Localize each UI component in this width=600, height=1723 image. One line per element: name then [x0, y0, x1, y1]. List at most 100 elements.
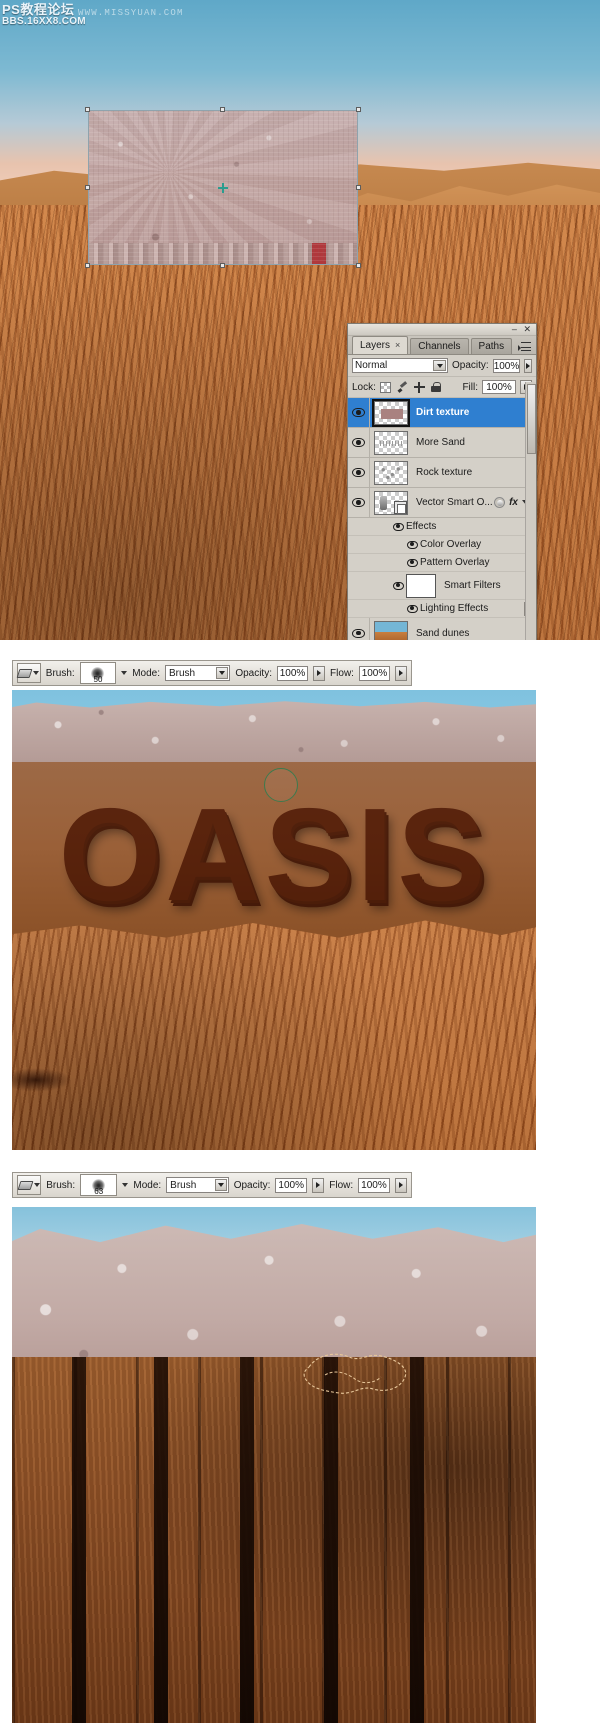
transform-handle-middle-left[interactable]: [85, 184, 90, 190]
layer-list[interactable]: Dirt texture More Sand Rock texture Vect…: [348, 398, 536, 640]
flow-scrubber-icon[interactable]: [395, 665, 407, 681]
layer-thumbnail[interactable]: [374, 430, 408, 455]
layer-thumbnail[interactable]: [374, 490, 408, 515]
layers-scrollbar[interactable]: [525, 382, 536, 640]
effect-visibility[interactable]: [404, 558, 420, 567]
opacity-scrubber-icon[interactable]: [312, 1177, 325, 1193]
layer-visibility-cell[interactable]: [348, 488, 370, 517]
eye-icon[interactable]: [352, 468, 365, 477]
layer-thumbnail[interactable]: [374, 621, 408, 640]
palette-window-buttons[interactable]: – ✕: [512, 324, 533, 335]
options-bar-eraser-1[interactable]: Brush: 50 Mode: Brush Opacity: 100% Flow…: [12, 660, 412, 686]
eye-icon[interactable]: [392, 522, 404, 531]
brush-preset-picker[interactable]: 63: [80, 1174, 118, 1196]
layer-visibility-cell[interactable]: [348, 458, 370, 487]
layer-name[interactable]: Rock texture: [412, 467, 536, 478]
transform-reference-point-icon[interactable]: [218, 182, 228, 193]
brush-picker-chevron-icon[interactable]: [122, 1183, 129, 1187]
fill-input[interactable]: 100%: [482, 380, 516, 394]
layer-row-more-sand[interactable]: More Sand: [348, 428, 536, 458]
layer-visibility-cell[interactable]: [348, 398, 370, 427]
opacity-scrubber-icon[interactable]: [524, 358, 532, 373]
lock-transparent-pixels-icon[interactable]: [379, 381, 391, 393]
opacity-scrubber-icon[interactable]: [313, 665, 326, 681]
transform-handle-top-center[interactable]: [220, 107, 225, 112]
transform-handle-bottom-left[interactable]: [85, 263, 90, 268]
effect-row-pattern-overlay[interactable]: Pattern Overlay: [348, 554, 536, 572]
minimize-icon[interactable]: –: [512, 324, 519, 334]
eye-icon[interactable]: [352, 438, 365, 447]
blend-mode-row[interactable]: Normal Opacity: 100%: [348, 355, 536, 377]
lock-all-icon[interactable]: [430, 381, 442, 393]
effect-row-color-overlay[interactable]: Color Overlay: [348, 536, 536, 554]
pasted-texture-selection[interactable]: [85, 107, 361, 268]
transform-handle-middle-right[interactable]: [356, 184, 361, 190]
lock-image-pixels-icon[interactable]: [397, 382, 408, 393]
layer-thumbnail-cell[interactable]: [370, 460, 412, 485]
scrollbar-thumb[interactable]: [527, 384, 536, 454]
eye-icon[interactable]: [406, 604, 418, 613]
close-icon[interactable]: ✕: [523, 324, 533, 334]
eye-icon[interactable]: [406, 558, 418, 567]
chevron-down-icon[interactable]: [214, 1179, 227, 1191]
layer-thumbnail[interactable]: [372, 398, 410, 427]
layers-palette[interactable]: – ✕ Layers × Channels Paths Normal Opaci…: [347, 323, 537, 640]
opacity-input[interactable]: 100%: [277, 665, 309, 681]
layer-row-sand-dunes[interactable]: Sand dunes: [348, 618, 536, 640]
lock-icon-group[interactable]: [379, 381, 442, 393]
brush-picker-chevron-icon[interactable]: [121, 671, 128, 675]
flow-scrubber-icon[interactable]: [394, 1177, 407, 1193]
smart-filters-row[interactable]: Smart Filters: [348, 572, 536, 600]
layer-thumbnail-cell[interactable]: [370, 430, 412, 455]
effect-visibility[interactable]: [404, 540, 420, 549]
lock-row[interactable]: Lock: Fill: 100%: [348, 377, 536, 398]
flow-input[interactable]: 100%: [358, 665, 391, 681]
layer-row-rock-texture[interactable]: Rock texture: [348, 458, 536, 488]
tab-paths[interactable]: Paths: [470, 338, 513, 354]
layer-row-vector-smart-object[interactable]: Vector Smart O... fx: [348, 488, 536, 518]
eraser-tool-button[interactable]: [17, 1175, 42, 1195]
transform-handle-bottom-center[interactable]: [220, 263, 225, 268]
layer-name[interactable]: Dirt texture: [412, 407, 536, 418]
tab-layers[interactable]: Layers ×: [352, 336, 409, 354]
layer-name[interactable]: More Sand: [412, 437, 536, 448]
layer-thumbnail-cell[interactable]: [370, 490, 412, 515]
eraser-tool-button[interactable]: [16, 663, 41, 683]
smart-filter-row-lighting-effects[interactable]: Lighting Effects: [348, 600, 536, 618]
layer-thumbnail-cell[interactable]: [370, 621, 412, 640]
palette-tabs[interactable]: Layers × Channels Paths: [348, 336, 536, 355]
chevron-down-icon[interactable]: [33, 1183, 40, 1187]
layer-visibility-cell[interactable]: [348, 428, 370, 457]
effects-group-row[interactable]: Effects: [348, 518, 536, 536]
transform-handle-top-right[interactable]: [356, 107, 361, 112]
eye-icon[interactable]: [352, 498, 365, 507]
mode-select[interactable]: Brush: [166, 1177, 229, 1193]
palette-menu-icon[interactable]: [518, 342, 532, 353]
layer-visibility-cell[interactable]: [348, 618, 370, 640]
chevron-down-icon[interactable]: [216, 667, 229, 679]
eye-icon[interactable]: [352, 628, 365, 638]
palette-titlebar[interactable]: – ✕: [348, 324, 536, 336]
tab-close-icon[interactable]: ×: [395, 340, 400, 350]
smart-object-icon[interactable]: [494, 497, 506, 508]
layer-name[interactable]: Vector Smart O...: [412, 497, 494, 508]
transform-handle-bottom-right[interactable]: [356, 263, 361, 268]
layer-name[interactable]: Sand dunes: [412, 628, 536, 639]
eye-icon[interactable]: [406, 540, 418, 549]
transform-handle-top-left[interactable]: [85, 107, 90, 112]
brush-preset-picker[interactable]: 50: [79, 662, 117, 684]
blend-mode-select[interactable]: Normal: [352, 358, 448, 373]
chevron-down-icon[interactable]: [433, 360, 446, 371]
effects-visibility[interactable]: [390, 522, 406, 531]
options-bar-eraser-2[interactable]: Brush: 63 Mode: Brush Opacity: 100% Flow…: [12, 1172, 412, 1198]
filter-visibility[interactable]: [404, 604, 420, 613]
tab-channels[interactable]: Channels: [410, 338, 469, 354]
eye-icon[interactable]: [392, 581, 404, 590]
opacity-input[interactable]: 100%: [275, 1177, 308, 1193]
mode-select[interactable]: Brush: [165, 665, 231, 681]
layer-thumbnail[interactable]: [374, 460, 408, 485]
layer-thumbnail-cell[interactable]: [370, 398, 412, 427]
fx-icon[interactable]: fx: [509, 497, 518, 508]
chevron-down-icon[interactable]: [33, 671, 40, 675]
lock-position-icon[interactable]: [413, 381, 425, 393]
